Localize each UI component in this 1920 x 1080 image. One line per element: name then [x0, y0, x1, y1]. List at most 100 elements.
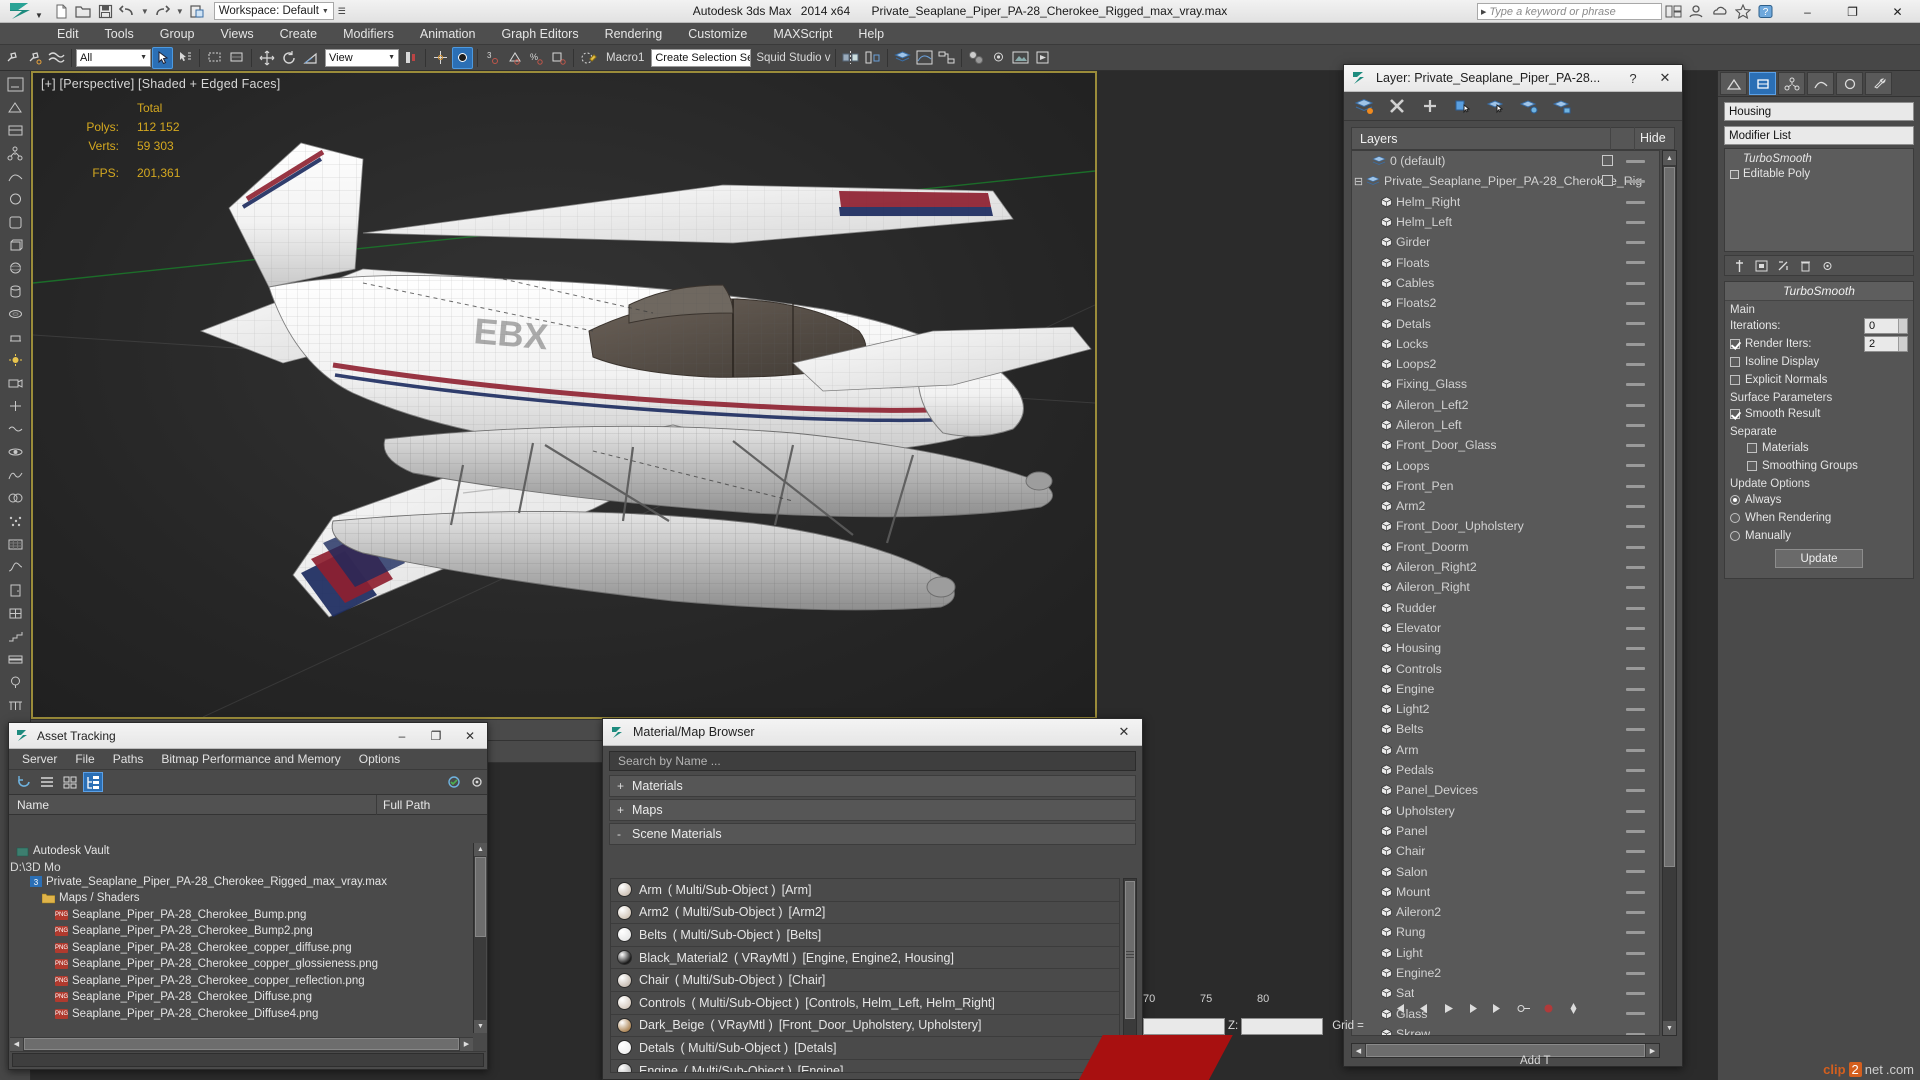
- layer-hide-toggle[interactable]: [1626, 850, 1645, 854]
- previous-frame-icon[interactable]: [1415, 1000, 1432, 1017]
- nurbs-icon[interactable]: [4, 557, 27, 578]
- bind-to-space-warp-icon[interactable]: [46, 47, 67, 69]
- layer-visibility-checkbox[interactable]: [1602, 175, 1613, 187]
- space-warp-icon[interactable]: [4, 419, 27, 440]
- explicit-normals-checkbox[interactable]: [1730, 375, 1740, 385]
- asset-tracking-close[interactable]: ✕: [453, 723, 487, 749]
- material-editor-icon[interactable]: [966, 47, 987, 69]
- layer-hide-toggle[interactable]: [1626, 565, 1645, 569]
- auto-key-icon[interactable]: [1540, 1000, 1557, 1017]
- layer-column-hide[interactable]: Hide: [1634, 127, 1674, 150]
- scroll-thumb[interactable]: [1125, 881, 1135, 1019]
- modifier-list-dropdown[interactable]: Modifier List: [1724, 126, 1914, 145]
- layer-object-row[interactable]: Front_Door_Glass: [1352, 435, 1659, 455]
- asset-row[interactable]: 3 Private_Seaplane_Piper_PA-28_Cherokee_R…: [10, 874, 473, 891]
- set-key-icon[interactable]: [1565, 1000, 1582, 1017]
- layer-hide-toggle[interactable]: [1626, 768, 1645, 772]
- layer-hide-toggle[interactable]: [1626, 931, 1645, 935]
- always-row[interactable]: Always: [1725, 491, 1913, 509]
- maps-group-header[interactable]: + Maps: [609, 799, 1136, 821]
- percent-snap-3-icon[interactable]: 3: [482, 47, 503, 69]
- layer-object-row[interactable]: Floats2: [1352, 293, 1659, 313]
- stack-item-editable-poly[interactable]: Editable Poly: [1729, 167, 1909, 182]
- close-button[interactable]: ✕: [1875, 0, 1920, 23]
- layer-object-row[interactable]: Aileron_Left: [1352, 415, 1659, 435]
- layer-object-row[interactable]: Front_Pen: [1352, 476, 1659, 496]
- menu-help[interactable]: Help: [845, 23, 897, 45]
- go-to-end-icon[interactable]: [1490, 1000, 1507, 1017]
- layer-hide-toggle[interactable]: [1626, 910, 1645, 914]
- menu-graph-editors[interactable]: Graph Editors: [488, 23, 591, 45]
- at-menu-paths[interactable]: Paths: [104, 749, 153, 770]
- shapes-icon[interactable]: [4, 465, 27, 486]
- layer-object-row[interactable]: Panel: [1352, 821, 1659, 841]
- isoline-display-row[interactable]: Isoline Display: [1725, 353, 1913, 371]
- scroll-left-icon[interactable]: ◀: [10, 1037, 23, 1051]
- sphere-primitive-icon[interactable]: [4, 258, 27, 279]
- tab-hierarchy[interactable]: [1778, 72, 1805, 95]
- pin-stack-icon[interactable]: [1731, 257, 1748, 274]
- always-radio[interactable]: [1730, 495, 1740, 505]
- menu-modifiers[interactable]: Modifiers: [330, 23, 407, 45]
- remove-modifier-icon[interactable]: [1797, 257, 1814, 274]
- layer-object-row[interactable]: Arm2: [1352, 496, 1659, 516]
- layer-object-row[interactable]: Light: [1352, 943, 1659, 963]
- layer-hide-toggle[interactable]: [1626, 220, 1645, 224]
- layer-object-row[interactable]: Cables: [1352, 273, 1659, 293]
- stack-item-turbosmooth[interactable]: TurboSmooth: [1729, 152, 1909, 167]
- layer-object-row[interactable]: Aileron_Right: [1352, 577, 1659, 597]
- check-out-icon[interactable]: [444, 772, 464, 792]
- layer-object-row[interactable]: Aileron_Left2: [1352, 395, 1659, 415]
- layer-object-row[interactable]: Aileron_Right2: [1352, 557, 1659, 577]
- layer-hide-toggle[interactable]: [1626, 261, 1645, 265]
- smoothing-groups-row[interactable]: Smoothing Groups: [1725, 457, 1913, 475]
- asset-row[interactable]: PNG Seaplane_Piper_PA-28_Cherokee_copper_…: [10, 956, 473, 973]
- layer-hide-toggle[interactable]: [1626, 829, 1645, 833]
- select-objects-in-layer-icon[interactable]: [1452, 95, 1474, 117]
- search-dropdown-icon[interactable]: ▶: [1481, 8, 1486, 16]
- render-iters-checkbox[interactable]: [1730, 339, 1740, 349]
- spinner-arrows-icon[interactable]: [1898, 337, 1907, 351]
- layer-object-row[interactable]: Elevator: [1352, 618, 1659, 638]
- sign-in-icon[interactable]: [1686, 1, 1707, 22]
- rendered-frame-window-icon[interactable]: [1010, 47, 1031, 69]
- layer-hide-toggle[interactable]: [1626, 1012, 1645, 1016]
- z-coordinate-field[interactable]: [1241, 1017, 1324, 1035]
- hscroll-thumb[interactable]: [24, 1038, 459, 1050]
- object-name-field[interactable]: Housing: [1724, 102, 1914, 121]
- tab-utilities[interactable]: [1865, 72, 1892, 95]
- foliage-icon[interactable]: [4, 672, 27, 693]
- use-pivot-point-center-icon[interactable]: [400, 47, 421, 69]
- menu-group[interactable]: Group: [147, 23, 208, 45]
- curve-editor-icon[interactable]: [914, 47, 935, 69]
- play-animation-icon[interactable]: [1440, 1000, 1457, 1017]
- layer-hide-toggle[interactable]: [1626, 586, 1645, 590]
- layer-hide-toggle[interactable]: [1626, 160, 1645, 163]
- at-menu-options[interactable]: Options: [350, 749, 409, 770]
- layer-object-row[interactable]: Helm_Right: [1352, 192, 1659, 212]
- layer-dialog-close-button[interactable]: ✕: [1648, 65, 1682, 92]
- undo-icon[interactable]: [119, 3, 136, 20]
- windows-icon[interactable]: [4, 603, 27, 624]
- stack-checkbox-icon[interactable]: [1730, 170, 1739, 179]
- layer-hide-toggle[interactable]: [1626, 281, 1645, 285]
- motion-panel-icon[interactable]: [4, 166, 27, 187]
- key-mode-toggle-icon[interactable]: [1515, 1000, 1532, 1017]
- at-column-path[interactable]: Full Path: [377, 795, 487, 815]
- smooth-result-row[interactable]: Smooth Result: [1725, 405, 1913, 423]
- walls-icon[interactable]: [4, 649, 27, 670]
- materials-checkbox[interactable]: [1747, 443, 1757, 453]
- layer-dialog-help-button[interactable]: ?: [1618, 71, 1648, 86]
- reference-coordinate-combo[interactable]: View ▼: [325, 48, 399, 67]
- materials-row[interactable]: Materials: [1725, 439, 1913, 457]
- minimize-button[interactable]: –: [1785, 0, 1830, 23]
- percent-snap-icon[interactable]: %: [526, 47, 547, 69]
- layer-object-row[interactable]: Girder: [1352, 232, 1659, 252]
- delete-layer-icon[interactable]: [1386, 95, 1408, 117]
- redo-icon[interactable]: [154, 3, 171, 20]
- scroll-right-icon[interactable]: ▶: [460, 1037, 473, 1051]
- doors-icon[interactable]: [4, 580, 27, 601]
- asset-row[interactable]: PNG Seaplane_Piper_PA-28_Cherokee_Bump.pn…: [10, 907, 473, 924]
- material-row[interactable]: Dark_Beige ( VRayMtl ) [Front_Door_Upholst…: [611, 1015, 1119, 1038]
- layer-list[interactable]: 0 (default) ⊟ Private_Seaplane_Piper_PA-28…: [1351, 150, 1660, 1036]
